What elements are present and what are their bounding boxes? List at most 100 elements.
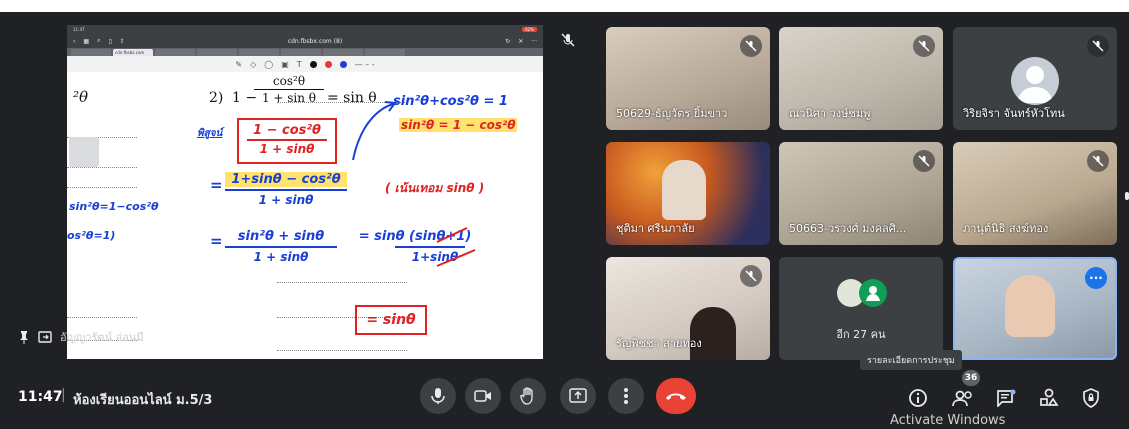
camera-icon xyxy=(474,390,491,402)
ruled-line xyxy=(67,317,137,318)
mic-off-icon xyxy=(740,35,762,57)
person-icon xyxy=(859,279,887,307)
step3-equals: = xyxy=(210,232,223,250)
mic-toggle-button[interactable] xyxy=(420,378,456,414)
meeting-clock: 11:47 xyxy=(18,389,63,405)
ipad-time: 11:47 xyxy=(73,27,85,32)
identity-note: sin²θ+cos²θ = 1 xyxy=(393,94,508,109)
present-now-button[interactable] xyxy=(560,378,596,414)
mic-off-icon xyxy=(913,35,935,57)
present-icon xyxy=(569,388,587,403)
image-icon: ▣ xyxy=(281,59,289,69)
fraction-bar xyxy=(247,139,327,141)
participant-video xyxy=(662,160,706,220)
chat-button[interactable] xyxy=(993,385,1019,411)
bookmark-icon: ▯ xyxy=(108,37,112,45)
activities-button[interactable] xyxy=(1036,385,1062,411)
participant-tile[interactable]: 50663-วรวงศ์ มงคลศิ... xyxy=(779,142,943,245)
ruled-line xyxy=(67,167,137,168)
step2-denominator: 1 + sinθ xyxy=(258,193,314,207)
browser-url: cdn.fbsbx.com (8) xyxy=(287,37,343,45)
problem-numerator: cos²θ xyxy=(272,74,306,88)
color-blue-icon xyxy=(339,60,347,68)
participant-tile[interactable]: ณวนิศา วงษ์ชมพู xyxy=(779,27,943,130)
activation-watermark: Activate Windows xyxy=(890,413,1006,428)
phone-hangup-icon xyxy=(666,393,686,400)
mic-off-icon xyxy=(913,150,935,172)
problem-fraction: cos²θ 1 + sin θ xyxy=(254,74,324,105)
shapes-icon xyxy=(1040,388,1059,406)
step2-numerator: 1+sinθ − cos²θ xyxy=(225,172,347,187)
browser-tabs: cdn.fbsbx.com xyxy=(67,48,543,56)
shared-presentation[interactable]: 11:47 62% ‹ ▦ ⌕ ▯ ⇧ cdn.fbsbx.com (8) ↻ … xyxy=(67,25,543,359)
step3-denominator: 1 + sinθ xyxy=(253,250,309,264)
meeting-name: ห้องเรียนออนไลน์ ม.5/3 xyxy=(73,393,213,408)
step1-denominator: 1 + sinθ xyxy=(259,142,315,156)
back-icon: ‹ xyxy=(73,37,76,45)
stroke-width-icon: — – - xyxy=(354,59,375,69)
camera-toggle-button[interactable] xyxy=(465,378,501,414)
participant-tile[interactable]: รัญพิชชา สายทอง xyxy=(606,257,770,360)
presenter-thumbnail xyxy=(69,137,99,167)
battery-indicator: 62% xyxy=(522,27,537,32)
fraction-bar xyxy=(254,89,324,90)
present-screen-icon[interactable] xyxy=(38,331,52,343)
search-icon: ⌕ xyxy=(97,37,101,44)
browser-tab xyxy=(365,49,405,56)
more-options-button[interactable] xyxy=(608,378,644,414)
participant-tile[interactable]: 50629-ธัญวัตร ยิ้มขาว xyxy=(606,27,770,130)
ruled-line xyxy=(67,187,137,188)
step1-box: 1 − cos²θ 1 + sinθ xyxy=(237,118,337,164)
final-answer: = sinθ xyxy=(366,312,416,328)
host-controls-button[interactable] xyxy=(1078,385,1104,411)
left-theta: ²θ xyxy=(73,88,89,106)
participant-video xyxy=(1005,275,1055,337)
left-note-1: sin²θ=1−cos²θ xyxy=(69,200,159,213)
focus-note: ( เน้นเทอม sinθ ) xyxy=(385,181,485,195)
raise-hand-button[interactable] xyxy=(510,378,546,414)
presenter-name: อัญญารัตน์ อ่อนมี xyxy=(60,331,144,344)
participant-name: 50663-วรวงศ์ มงคลศิ... xyxy=(789,222,907,235)
mic-off-icon xyxy=(560,32,576,52)
problem-number: 2) xyxy=(209,90,224,106)
chat-icon xyxy=(997,389,1016,407)
grid-icon: ▦ xyxy=(83,37,90,45)
browser-tab xyxy=(71,49,111,56)
left-note-2: os²θ=1) xyxy=(67,229,116,242)
meet-screen: 11:47 62% ‹ ▦ ⌕ ▯ ⇧ cdn.fbsbx.com (8) ↻ … xyxy=(0,0,1129,429)
leave-call-button[interactable] xyxy=(656,378,696,414)
reload-icon: ↻ xyxy=(505,37,511,45)
step1-numerator: 1 − cos²θ xyxy=(253,123,321,138)
participant-tile[interactable]: ชุติมา ศรีนภาลัย xyxy=(606,142,770,245)
browser-tab xyxy=(323,49,363,56)
person-icon xyxy=(1011,57,1059,105)
separator: | xyxy=(61,387,66,403)
lasso-icon: ◯ xyxy=(264,59,274,69)
scroll-indicator[interactable] xyxy=(1125,192,1129,200)
browser-tab xyxy=(155,49,195,56)
meeting-details-button[interactable] xyxy=(905,385,931,411)
whiteboard-canvas: ²θ 2) 1 − cos²θ 1 + sin θ = sin θ sin²θ+… xyxy=(67,72,543,359)
self-view-tile[interactable]: ··· xyxy=(953,257,1117,360)
more-vert-icon xyxy=(624,388,628,404)
pin-icon[interactable] xyxy=(18,330,30,344)
fraction-bar xyxy=(225,189,347,191)
browser-tab xyxy=(239,49,279,56)
participant-tile[interactable]: ภานุต์นิธิ สงฆ์ทอง xyxy=(953,142,1117,245)
proof-label: พิสูจน์ xyxy=(197,128,223,139)
more-options-icon[interactable]: ··· xyxy=(1085,267,1107,289)
presenter-bar: อัญญารัตน์ อ่อนมี xyxy=(18,328,144,346)
hand-icon xyxy=(520,387,533,405)
people-button[interactable] xyxy=(950,385,976,411)
meeting-details-tooltip: รายละเอียดการประชุม xyxy=(860,350,962,370)
close-icon: ✕ xyxy=(518,37,524,45)
participant-name: ณวนิศา วงษ์ชมพู xyxy=(789,107,871,120)
people-icon xyxy=(952,390,972,407)
others-tile[interactable]: อีก 27 คน xyxy=(779,257,943,360)
color-red-icon xyxy=(324,60,332,68)
browser-toolbar: ‹ ▦ ⌕ ▯ ⇧ cdn.fbsbx.com (8) ↻ ✕ ··· xyxy=(67,34,543,48)
participant-tile[interactable]: วิริยจิรา จันทร์หัวโทน xyxy=(953,27,1117,130)
identity-note-2: sin²θ = 1 − cos²θ xyxy=(399,118,518,132)
browser-tab xyxy=(281,49,321,56)
color-black-icon xyxy=(309,60,317,68)
